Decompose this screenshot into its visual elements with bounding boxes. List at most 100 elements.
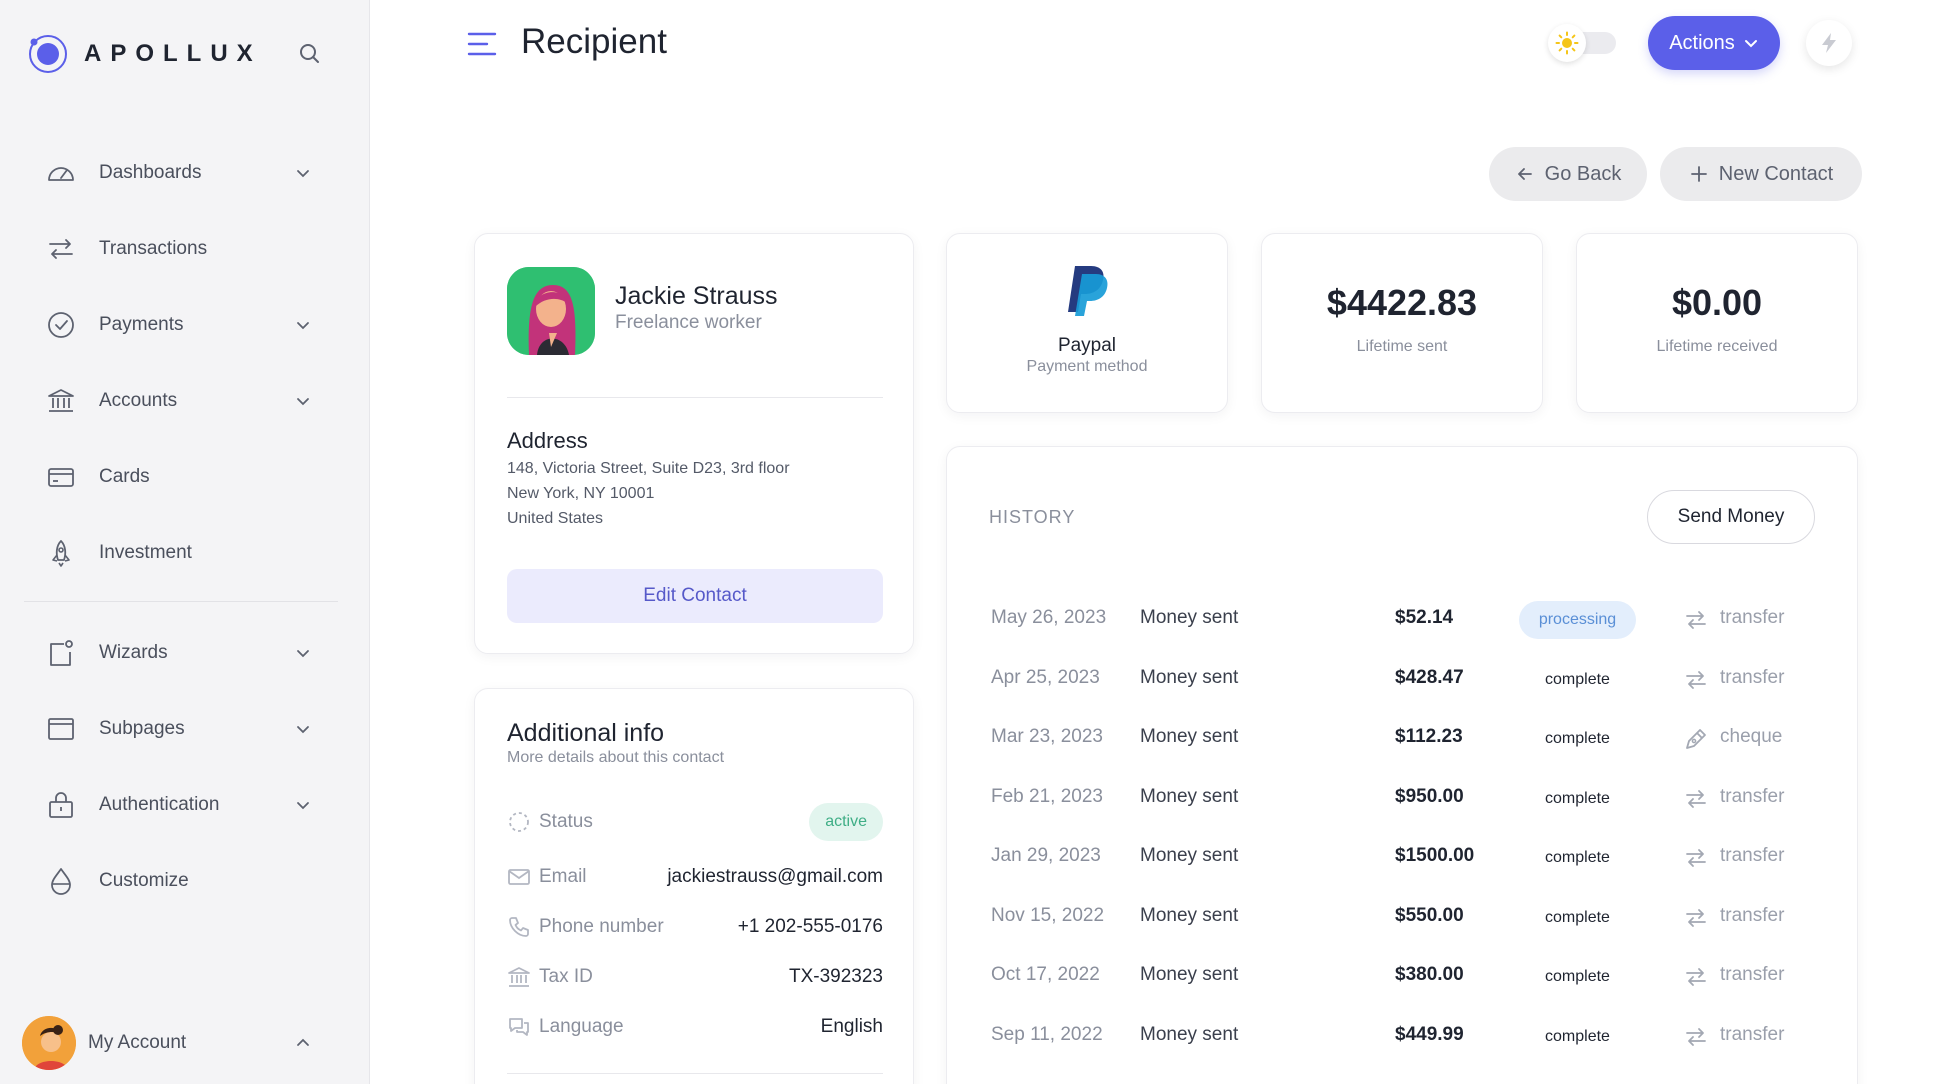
avatar: [507, 267, 595, 355]
address-line: New York, NY 10001: [507, 485, 655, 502]
history-date: Mar 23, 2023: [991, 726, 1103, 747]
sidebar-item-label: Cards: [99, 466, 150, 487]
search-icon[interactable]: [296, 40, 324, 68]
chevron-down-icon: [293, 643, 313, 663]
sidebar-item-cards[interactable]: Cards: [0, 449, 370, 505]
lifetime-sent-card: $4422.83 Lifetime sent: [1261, 233, 1543, 413]
chevron-down-icon: [293, 719, 313, 739]
info-row-tax-id: Tax ID TX-392323: [507, 961, 883, 993]
history-method: transfer: [1720, 904, 1785, 926]
droplet-icon: [46, 866, 76, 896]
status-badge: complete: [1545, 730, 1610, 747]
additional-info-title: Additional info: [507, 719, 665, 747]
sidebar-item-label: Dashboards: [99, 162, 202, 183]
additional-info-subtitle: More details about this contact: [507, 749, 725, 766]
sidebar: APOLLUX Dashboards Transactions Payments: [0, 0, 370, 1084]
status-dashed-circle-icon: [507, 810, 531, 834]
status-badge: complete: [1545, 670, 1610, 688]
theme-toggle[interactable]: [1548, 24, 1620, 62]
my-account[interactable]: My Account: [22, 1016, 352, 1070]
history-row[interactable]: May 26, 2023 Money sent $52.14 processing tr…: [947, 599, 1859, 639]
status-badge: active: [809, 803, 883, 841]
history-amount: $950.00: [1395, 785, 1464, 807]
sidebar-item-label: Payments: [99, 314, 184, 335]
bolt-icon: [1822, 33, 1836, 53]
history-method: transfer: [1720, 666, 1785, 688]
sidebar-item-payments[interactable]: Payments: [0, 297, 370, 353]
lock-icon: [46, 790, 76, 820]
address-title: Address: [507, 428, 588, 453]
status-badge: complete: [1545, 908, 1610, 926]
chevron-down-icon: [1744, 40, 1757, 48]
history-description: Money sent: [1140, 964, 1239, 985]
chevron-down-icon: [293, 795, 313, 815]
sidebar-item-subpages[interactable]: Subpages: [0, 701, 370, 757]
sidebar-item-investment[interactable]: Investment: [0, 525, 370, 581]
bolt-button[interactable]: [1806, 20, 1852, 66]
actions-button[interactable]: Actions: [1648, 16, 1780, 70]
history-row[interactable]: Apr 25, 2023 Money sent $428.47 complete tra…: [947, 659, 1859, 699]
history-date: Apr 25, 2023: [991, 666, 1100, 688]
sidebar-item-dashboards[interactable]: Dashboards: [0, 145, 370, 201]
sidebar-item-wizards[interactable]: Wizards: [0, 625, 370, 681]
address-line: United States: [507, 510, 604, 527]
gauge-icon: [46, 158, 76, 188]
chat-bubbles-icon: [507, 1015, 531, 1039]
history-row[interactable]: Mar 23, 2023 Money sent $112.23 complete che…: [947, 718, 1859, 758]
lifetime-sent-label: Lifetime sent: [1356, 338, 1448, 355]
bank-icon: [507, 965, 531, 989]
history-row[interactable]: Oct 17, 2022 Money sent $380.00 complete tra…: [947, 956, 1859, 996]
status-badge: complete: [1545, 789, 1610, 807]
sidebar-item-label: Authentication: [99, 794, 220, 815]
history-amount: $550.00: [1395, 904, 1464, 926]
status-badge: complete: [1545, 849, 1610, 866]
edit-contact-button[interactable]: Edit Contact: [507, 569, 883, 623]
history-card: HISTORY Send Money May 26, 2023 Money sen…: [946, 446, 1858, 1084]
sidebar-item-label: Investment: [99, 542, 192, 563]
additional-info-card: Additional info More details about this …: [474, 688, 914, 1084]
history-row[interactable]: Sep 11, 2022 Money sent $449.99 complete tra…: [947, 1016, 1859, 1056]
new-contact-button[interactable]: New Contact: [1660, 147, 1862, 201]
payment-method-name: Paypal: [1057, 335, 1117, 356]
history-method: cheque: [1720, 726, 1783, 747]
pen-icon: [1683, 726, 1709, 752]
divider: [507, 397, 883, 398]
sidebar-item-label: Customize: [99, 870, 189, 891]
logo-orbit-icon: [26, 32, 70, 76]
payment-method-label: Payment method: [1026, 358, 1148, 375]
payment-method-card[interactable]: Paypal Payment method: [946, 233, 1228, 413]
sidebar-item-customize[interactable]: Customize: [0, 853, 370, 909]
mail-icon: [507, 865, 531, 889]
go-back-label: Go Back: [1544, 162, 1622, 185]
send-money-button[interactable]: Send Money: [1647, 490, 1815, 544]
history-description: Money sent: [1140, 726, 1239, 747]
avatar: [22, 1016, 76, 1070]
arrows-swap-icon: [1683, 607, 1709, 633]
profile-card: Jackie Strauss Freelance worker Address …: [474, 233, 914, 654]
arrow-left-icon: [1517, 168, 1532, 180]
menu-toggle-icon[interactable]: [466, 28, 498, 60]
bank-icon: [46, 386, 76, 416]
history-row[interactable]: Feb 21, 2023 Money sent $950.00 complete tra…: [947, 778, 1859, 818]
history-method: transfer: [1720, 607, 1785, 628]
history-date: May 26, 2023: [991, 607, 1107, 628]
history-row[interactable]: Jan 29, 2023 Money sent $1500.00 complete tr…: [947, 837, 1859, 877]
phone-value[interactable]: +1 202-555-0176: [738, 916, 883, 938]
sidebar-item-transactions[interactable]: Transactions: [0, 221, 370, 277]
history-method: transfer: [1720, 845, 1785, 866]
arrows-swap-icon: [46, 234, 76, 264]
sidebar-item-authentication[interactable]: Authentication: [0, 777, 370, 833]
history-title: HISTORY: [989, 507, 1076, 527]
go-back-button[interactable]: Go Back: [1489, 147, 1647, 201]
sun-icon: [1548, 24, 1586, 62]
info-label: Status: [539, 811, 593, 832]
arrows-swap-icon: [1683, 964, 1709, 990]
divider: [507, 1073, 883, 1074]
email-value[interactable]: jackiestrauss@gmail.com: [667, 866, 883, 888]
history-row[interactable]: Nov 15, 2022 Money sent $550.00 complete tra…: [947, 897, 1859, 937]
logo[interactable]: APOLLUX: [26, 32, 262, 76]
sidebar-item-accounts[interactable]: Accounts: [0, 373, 370, 429]
chevron-down-icon: [293, 163, 313, 183]
status-badge: processing: [1519, 601, 1636, 639]
sidebar-item-label: Subpages: [99, 718, 185, 739]
